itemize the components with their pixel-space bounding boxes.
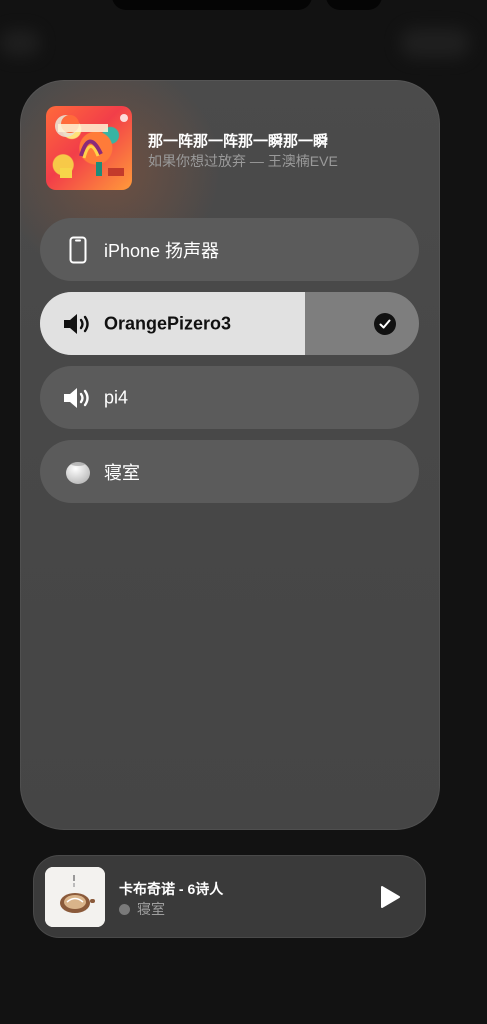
mini-song-title: 卡布奇诺 - 6诗人 [119, 881, 224, 897]
device-label: pi4 [104, 387, 129, 407]
homepod-mini-icon [62, 456, 94, 488]
camera-cutout [326, 0, 382, 10]
speaker-icon [62, 308, 94, 340]
checkmark-icon [374, 312, 396, 335]
iphone-icon [62, 234, 94, 266]
device-orangepizero3[interactable]: OrangePizero3 [40, 292, 419, 355]
mini-room-label: 寝室 [137, 901, 165, 917]
audio-output-panel: 那一阵那一阵那一瞬那一瞬 如果你想过放弃 — 王澳楠EVE iPhone 扬声器… [20, 80, 440, 830]
song-artist-album: 如果你想过放弃 — 王澳楠EVE [148, 153, 338, 169]
mini-player[interactable]: 卡布奇诺 - 6诗人 寝室 [33, 855, 426, 938]
mini-album-art [45, 867, 105, 927]
dynamic-island [112, 0, 312, 10]
mini-output-room: 寝室 [119, 899, 165, 919]
song-title: 那一阵那一阵那一瞬那一瞬 [148, 133, 329, 150]
speaker-icon [62, 382, 94, 414]
play-icon[interactable] [376, 883, 404, 911]
device-pi4[interactable]: pi4 [40, 366, 419, 429]
device-label: iPhone 扬声器 [104, 240, 220, 261]
album-art [46, 106, 132, 190]
homepod-dot-icon [119, 903, 130, 915]
device-bedroom-homepod[interactable]: 寝室 [40, 440, 419, 503]
device-label: OrangePizero3 [104, 313, 232, 333]
album-art-illustration [55, 114, 128, 178]
device-label: 寝室 [104, 462, 140, 483]
now-playing[interactable]: 那一阵那一阵那一瞬那一瞬 如果你想过放弃 — 王澳楠EVE [46, 106, 426, 192]
background-blur [400, 28, 470, 58]
device-iphone-speaker[interactable]: iPhone 扬声器 [40, 218, 419, 281]
background-blur [0, 30, 40, 56]
